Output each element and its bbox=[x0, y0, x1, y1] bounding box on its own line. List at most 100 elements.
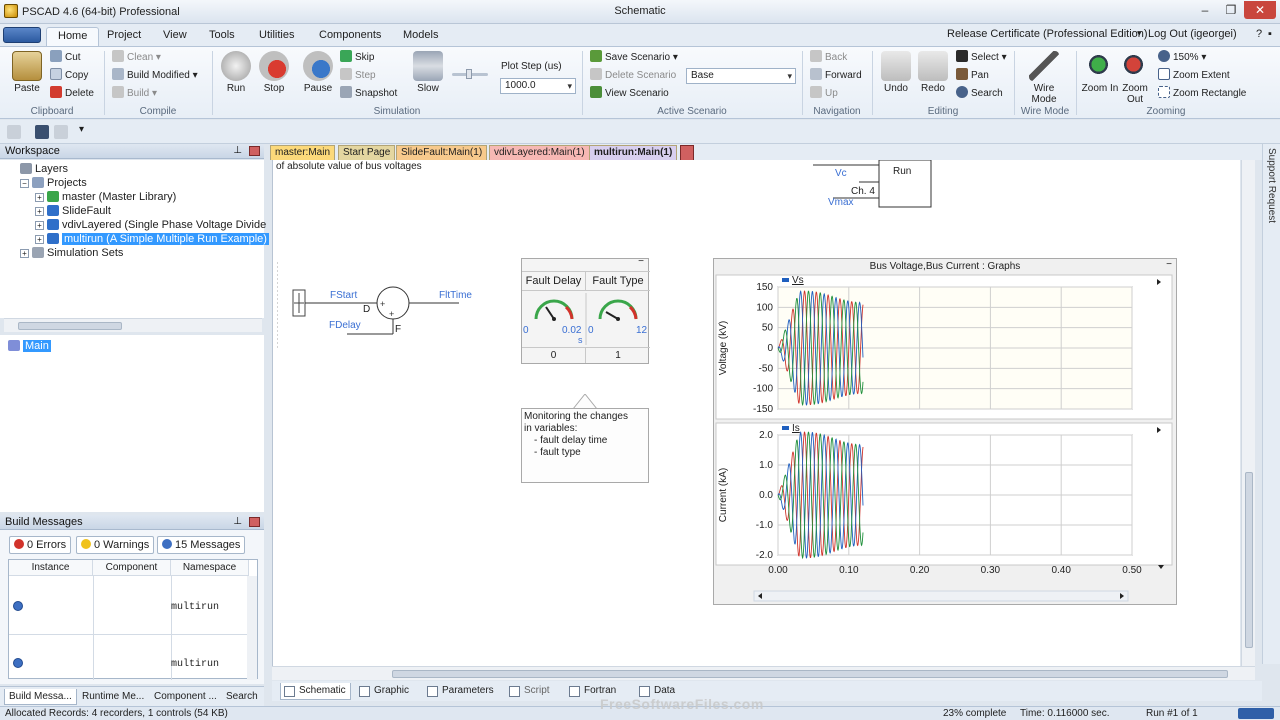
doc-tab-multirun-main[interactable]: multirun:Main(1) bbox=[589, 145, 678, 160]
search-button[interactable]: Search bbox=[956, 86, 1003, 102]
zoom-extent-button[interactable]: Zoom Extent bbox=[1158, 68, 1230, 84]
plot-step-combo[interactable]: 1000.0 bbox=[500, 78, 576, 94]
build-button[interactable]: Build ▾ bbox=[112, 86, 157, 102]
column-header-component[interactable]: Component bbox=[93, 560, 171, 576]
signal-vc[interactable]: Vc bbox=[835, 168, 847, 179]
doc-tab-vdivlayered-main[interactable]: vdivLayered:Main(1) bbox=[489, 145, 590, 160]
tab-component-wizard[interactable]: Component ... bbox=[150, 689, 221, 705]
tree-node-projects[interactable]: − Projects bbox=[20, 176, 87, 190]
new-icon[interactable] bbox=[7, 125, 21, 139]
zoom-in-button[interactable]: Zoom In bbox=[1080, 51, 1120, 94]
table-row-namespace[interactable]: multirun bbox=[171, 602, 219, 613]
ribbon-close-icon[interactable]: ▪ bbox=[1268, 28, 1272, 40]
panel-minimize-icon[interactable]: − bbox=[1166, 259, 1172, 270]
save-all-icon[interactable] bbox=[54, 125, 68, 139]
doc-tab-master-main[interactable]: master:Main bbox=[270, 145, 336, 160]
schematic-canvas[interactable]: of absolute value of bus voltages Run Ch… bbox=[272, 160, 1240, 666]
doc-tab-start-page[interactable]: Start Page bbox=[338, 145, 396, 160]
save-icon[interactable] bbox=[35, 125, 49, 139]
tab-graphic[interactable]: Graphic bbox=[356, 683, 413, 700]
copy-button[interactable]: Copy bbox=[50, 68, 88, 84]
maximize-icon[interactable]: ❐ bbox=[1218, 1, 1244, 19]
undo-button[interactable]: Undo bbox=[876, 51, 916, 94]
back-button[interactable]: Back bbox=[810, 50, 847, 66]
doc-tab-slidefault-main[interactable]: SlideFault:Main(1) bbox=[396, 145, 488, 160]
table-vscrollbar[interactable] bbox=[247, 576, 257, 680]
tab-runtime-messages[interactable]: Runtime Me... bbox=[78, 689, 148, 705]
speed-slider[interactable] bbox=[452, 69, 488, 79]
run-button[interactable]: Run bbox=[216, 51, 256, 94]
customize-toolbar-icon[interactable]: ▾ bbox=[79, 124, 89, 135]
expand-icon[interactable]: + bbox=[20, 249, 29, 258]
table-row-namespace[interactable]: multirun bbox=[171, 659, 219, 670]
collapse-icon[interactable]: − bbox=[20, 179, 29, 188]
zoom-out-button[interactable]: Zoom Out bbox=[1115, 51, 1155, 105]
tab-models[interactable]: Models bbox=[392, 27, 449, 46]
cut-button[interactable]: Cut bbox=[50, 50, 81, 66]
zoom-rectangle-button[interactable]: Zoom Rectangle bbox=[1158, 86, 1246, 102]
tab-project[interactable]: Project bbox=[96, 27, 152, 46]
tab-view[interactable]: View bbox=[152, 27, 198, 46]
close-panel-icon[interactable] bbox=[249, 517, 260, 527]
help-icon[interactable]: ? bbox=[1256, 28, 1262, 40]
snapshot-button[interactable]: Snapshot bbox=[340, 86, 397, 102]
column-header-instance[interactable]: Instance bbox=[9, 560, 93, 576]
release-certificate[interactable]: Release Certificate (Professional Editio… bbox=[947, 28, 1148, 40]
up-button[interactable]: Up bbox=[810, 86, 838, 102]
scrollbar-thumb[interactable] bbox=[18, 322, 122, 330]
tab-script[interactable]: Script bbox=[506, 683, 554, 700]
errors-filter-button[interactable]: 0 Errors bbox=[9, 536, 72, 554]
scrollbar-thumb[interactable] bbox=[392, 670, 1228, 678]
panel-minimize-icon[interactable]: − bbox=[638, 256, 644, 267]
control-meter-panel[interactable]: − Fault Delay Fault Type 0 0.02 s 0 12 0… bbox=[521, 256, 650, 364]
tab-build-messages[interactable]: Build Messa... bbox=[4, 689, 77, 705]
tree-node-multirun[interactable]: + multirun (A Simple Multiple Run Example… bbox=[35, 232, 269, 246]
scrollbar-thumb[interactable] bbox=[1245, 472, 1253, 648]
skip-button[interactable]: Skip bbox=[340, 50, 374, 66]
build-modified-button[interactable]: Build Modified ▾ bbox=[112, 68, 198, 84]
canvas-vscrollbar[interactable] bbox=[1241, 160, 1255, 666]
speed-slider-handle[interactable] bbox=[466, 69, 472, 79]
expand-icon[interactable]: + bbox=[35, 193, 44, 202]
save-scenario-button[interactable]: Save Scenario ▾ bbox=[590, 50, 678, 66]
canvas-hscrollbar[interactable] bbox=[272, 666, 1255, 680]
tree-node-slidefault[interactable]: + SlideFault bbox=[35, 204, 111, 218]
tree-node-main[interactable]: Main bbox=[8, 339, 51, 353]
tree-node-master[interactable]: + master (Master Library) bbox=[35, 190, 176, 204]
scenario-combo[interactable]: Base bbox=[686, 68, 796, 84]
pin-icon[interactable]: ⊥ bbox=[233, 144, 242, 158]
logout-button[interactable]: Log Out (igeorgei) bbox=[1148, 28, 1237, 40]
forward-button[interactable]: Forward bbox=[810, 68, 862, 84]
signal-flttime[interactable]: FltTime bbox=[439, 290, 472, 301]
zoom-level-dropdown[interactable]: 150% ▾ bbox=[1158, 50, 1206, 66]
messages-filter-button[interactable]: 15 Messages bbox=[157, 536, 246, 554]
expand-icon[interactable]: + bbox=[35, 207, 44, 216]
tab-utilities[interactable]: Utilities bbox=[248, 27, 305, 46]
clean-button[interactable]: Clean ▾ bbox=[112, 50, 161, 66]
delete-button[interactable]: Delete bbox=[50, 86, 94, 102]
sticky-note[interactable]: Monitoring the changes in variables: - f… bbox=[521, 408, 649, 483]
multiple-run-block[interactable] bbox=[803, 160, 943, 210]
summing-junction-circuit[interactable]: + + bbox=[277, 260, 487, 350]
tree-node-simulation-sets[interactable]: + Simulation Sets bbox=[20, 246, 123, 260]
tab-tools[interactable]: Tools bbox=[198, 27, 246, 46]
workspace-hscrollbar[interactable] bbox=[4, 318, 262, 332]
tab-parameters[interactable]: Parameters bbox=[424, 683, 498, 700]
close-panel-icon[interactable] bbox=[249, 146, 260, 156]
wire-mode-button[interactable]: Wire Mode bbox=[1024, 51, 1064, 105]
expand-icon[interactable]: + bbox=[35, 221, 44, 230]
warnings-filter-button[interactable]: 0 Warnings bbox=[76, 536, 155, 554]
stop-button[interactable]: Stop bbox=[254, 51, 294, 94]
graph-frame[interactable]: Bus Voltage,Bus Current : Graphs − 150 10… bbox=[713, 258, 1177, 605]
expand-icon[interactable]: + bbox=[35, 235, 44, 244]
select-button[interactable]: Select ▾ bbox=[956, 50, 1007, 66]
tab-home[interactable]: Home bbox=[46, 27, 100, 46]
view-scenario-button[interactable]: View Scenario bbox=[590, 86, 669, 102]
signal-vmax[interactable]: Vmax bbox=[828, 197, 854, 208]
signal-fstart[interactable]: FStart bbox=[330, 290, 357, 301]
delete-scenario-button[interactable]: Delete Scenario bbox=[590, 68, 676, 84]
support-request-tab[interactable]: Support Request bbox=[1262, 144, 1280, 664]
step-button[interactable]: Step bbox=[340, 68, 376, 84]
pause-button[interactable]: Pause bbox=[298, 51, 338, 94]
tree-node-layers[interactable]: Layers bbox=[20, 162, 68, 176]
